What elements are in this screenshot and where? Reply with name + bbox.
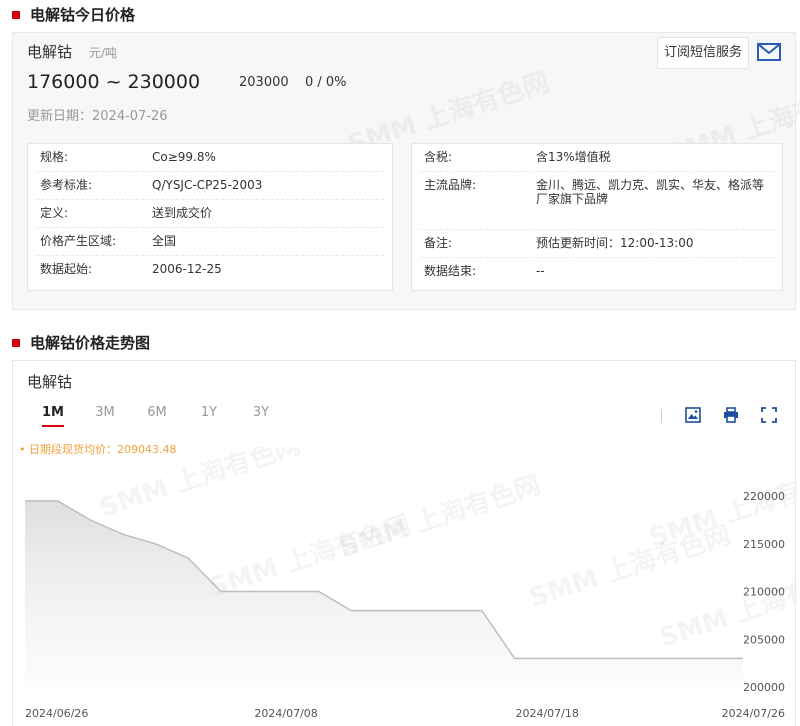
spec-row: 含税: 含13%增值税 (420, 144, 774, 172)
spec-value: 送到成交价 (152, 206, 213, 220)
spec-row: 规格: Co≥99.8% (36, 144, 384, 172)
section-title-text: 电解钴今日价格 (30, 6, 136, 24)
spec-row: 参考标准: Q/YSJC-CP25-2003 (36, 172, 384, 200)
print-icon[interactable] (723, 407, 739, 423)
price-unit: 元/吨 (89, 46, 118, 60)
y-tick-label: 220000 (743, 490, 785, 503)
spec-label: 备注: (424, 236, 453, 250)
spec-row: 备注: 预估更新时间：12:00-13:00 (420, 230, 774, 258)
section-title-today-price: 电解钴今日价格 (12, 4, 135, 25)
spec-value: 预估更新时间：12:00-13:00 (536, 236, 694, 250)
spec-label: 定义: (40, 206, 69, 220)
fullscreen-icon[interactable] (761, 407, 777, 423)
spec-row: 主流品牌: 金川、腾远、凯力克、凯实、华友、格派等厂家旗下品牌 (420, 172, 774, 230)
spec-label: 数据结束: (424, 264, 477, 278)
spec-table-left: 规格: Co≥99.8% 参考标准: Q/YSJC-CP25-2003 定义: 送到成… (27, 143, 393, 291)
spec-label: 数据起始: (40, 262, 93, 276)
spec-value: -- (536, 264, 545, 278)
spec-value: 含13%增值税 (536, 150, 611, 164)
title-marker (12, 338, 20, 347)
tab-3m[interactable]: 3M (79, 405, 131, 433)
chart-product-name: 电解钴 (27, 373, 73, 391)
title-marker (12, 10, 20, 19)
range-tabs: 1M 3M 6M 1Y 3Y (27, 405, 287, 433)
spec-label: 含税: (424, 150, 453, 164)
product-name: 电解钴 (27, 43, 73, 61)
spec-label: 参考标准: (40, 178, 93, 192)
price-card: SMM 上海有色网 SMM 上海有色网 电解钴 元/吨 176000 ~ 230… (12, 32, 800, 310)
section-title-price-trend: 电解钴价格走势图 (12, 332, 150, 353)
toolbar-divider (661, 409, 662, 423)
update-date: 更新日期：2024-07-26 (27, 109, 168, 124)
tab-1y[interactable]: 1Y (183, 405, 235, 433)
price-change: 0 / 0% (305, 75, 347, 90)
subscribe-sms-button[interactable]: 订阅短信服务 (657, 37, 750, 69)
spec-row: 价格产生区域: 全国 (36, 228, 384, 256)
section-title-text: 电解钴价格走势图 (30, 334, 151, 352)
x-tick-label: 2024/07/08 (254, 707, 317, 720)
chart-card: 电解钴 1M 3M 6M 1Y 3Y • 日期段现货均价：209043.48 S… (12, 360, 796, 726)
spec-row: 数据起始: 2006-12-25 (36, 256, 384, 284)
spec-value: 金川、腾远、凯力克、凯实、华友、格派等厂家旗下品牌 (536, 178, 765, 206)
watermark: SMM 上海有色网 (526, 519, 735, 613)
spec-value: Co≥99.8% (152, 150, 216, 164)
image-download-icon[interactable] (685, 407, 701, 423)
x-tick-label: 2024/07/26 (722, 707, 785, 720)
spec-row: 定义: 送到成交价 (36, 200, 384, 228)
spec-value: 全国 (152, 234, 177, 248)
x-tick-label: 2024/07/18 (515, 707, 578, 720)
x-tick-label: 2024/06/26 (25, 707, 88, 720)
tab-6m[interactable]: 6M (131, 405, 183, 433)
y-tick-label: 200000 (743, 681, 785, 694)
price-range: 176000 ~ 230000 (27, 71, 201, 93)
y-tick-label: 205000 (743, 633, 785, 646)
spec-label: 价格产生区域: (40, 234, 117, 248)
mail-icon[interactable] (757, 43, 781, 61)
watermark: SMM 上海有色网 (206, 509, 415, 603)
spec-label: 主流品牌: (424, 178, 477, 192)
spec-row: 数据结束: -- (420, 258, 774, 286)
spec-label: 规格: (40, 150, 69, 164)
spec-value: 2006-12-25 (152, 262, 222, 276)
tab-3y[interactable]: 3Y (235, 405, 287, 433)
spec-table-right: 含税: 含13%增值税 主流品牌: 金川、腾远、凯力克、凯实、华友、格派等厂家旗下品… (411, 143, 783, 291)
tab-1m[interactable]: 1M (27, 405, 79, 433)
y-tick-label: 215000 (743, 538, 785, 551)
y-tick-label: 210000 (743, 586, 785, 599)
chart-toolbar (685, 407, 777, 423)
spec-value: Q/YSJC-CP25-2003 (152, 178, 263, 192)
price-average: 203000 (239, 75, 289, 90)
price-trend-chart: SMM 上海有色网 SMM 上海有色网 SMM 上海有色网SMM 上海有色网 SMM … (25, 447, 795, 720)
watermark: SMM 上海有色网 (96, 447, 305, 524)
